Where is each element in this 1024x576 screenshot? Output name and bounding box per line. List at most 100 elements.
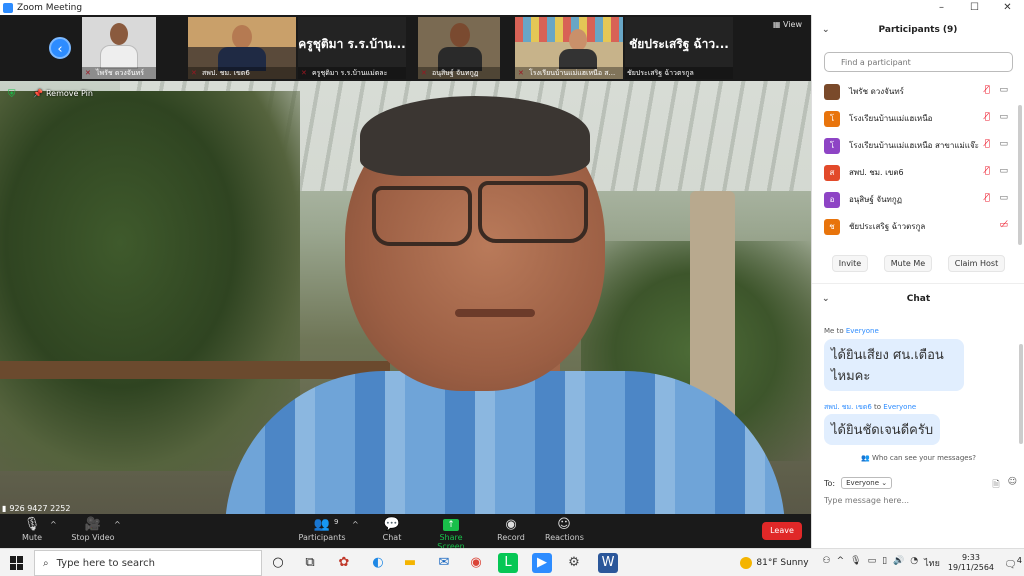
clock[interactable]: 9:33 19/11/2564	[948, 553, 994, 573]
maximize-button[interactable]: ☐	[958, 0, 991, 15]
participant-search-input[interactable]	[824, 52, 1013, 72]
language-indicator[interactable]: ไทย	[924, 556, 940, 570]
meeting-id-text: 926 9427 2252	[9, 504, 71, 513]
recipient-select[interactable]: Everyone ⌄	[841, 477, 893, 489]
shield-icon[interactable]: ⛨	[8, 89, 18, 101]
battery-icon[interactable]: ▯	[882, 556, 887, 570]
zoom-icon[interactable]: ▶	[532, 553, 552, 573]
chevron-down-icon[interactable]: ⌄	[822, 15, 830, 45]
chevron-up-icon: ^	[114, 520, 121, 529]
video-camera-icon[interactable]: ▭	[999, 85, 1008, 95]
emoji-icon[interactable]: ☺	[1008, 477, 1017, 493]
chevron-up-icon[interactable]: ^	[837, 556, 845, 570]
network-icon[interactable]: ▭	[868, 556, 877, 570]
participant-row[interactable]: โ โรงเรียนบ้านแม่แฮเหนือ 🎙̸ ▭	[812, 105, 1012, 132]
claim-host-button[interactable]: Claim Host	[947, 255, 1006, 272]
participants-scrollbar[interactable]	[1018, 105, 1022, 245]
participants-button[interactable]: 👥 Participants	[298, 517, 346, 542]
taskbar-search[interactable]: ⌕ Type here to search	[34, 550, 262, 576]
notification-center[interactable]: 🗨4	[1004, 555, 1024, 570]
participant-name: ไพรัช ดวงจันทร์	[849, 87, 904, 96]
edge-icon[interactable]: ◐	[368, 553, 388, 573]
close-button[interactable]: ✕	[991, 0, 1024, 15]
chevron-left-icon: ‹	[57, 42, 63, 57]
participant-row[interactable]: ไพรัช ดวงจันทร์ 🎙̸ ▭	[812, 78, 1012, 105]
file-explorer-icon[interactable]: ▬	[400, 553, 420, 573]
start-button[interactable]	[10, 556, 24, 570]
windows-taskbar: ⌕ Type here to search ○ ⧉ ✿ ◐ ▬ ✉ ◉ L ▶ …	[0, 548, 1024, 576]
microphone-icon[interactable]: 🎙	[850, 556, 861, 570]
video-thumbnail[interactable]: ✕ ไพรัช ดวงจันทร์	[82, 17, 156, 79]
mic-off-icon[interactable]: 🎙̸	[985, 166, 990, 176]
weather-text: 81°F Sunny	[756, 558, 809, 568]
record-label: Record	[497, 533, 525, 542]
mail-icon[interactable]: ✉	[434, 553, 454, 573]
video-camera-icon[interactable]: ▭	[999, 166, 1008, 176]
word-icon[interactable]: W	[598, 553, 618, 573]
speaker-shirt	[225, 371, 785, 514]
video-thumbnail[interactable]: ครูชุติมา ร.ร.บ้าน... ✕ ครูชุติมา ร.ร.บ้…	[298, 17, 406, 79]
participant-row[interactable]: ส สพป. ชม. เขต6 🎙̸ ▭	[812, 159, 1012, 186]
task-view-icon[interactable]: ⧉	[300, 553, 320, 573]
main-video: ⛨ 📌 Remove Pin	[0, 81, 811, 514]
chat-message-bubble: ได้ยินชัดเจนดีครับ	[824, 414, 941, 445]
participant-row[interactable]: โ โรงเรียนบ้านแม่แฮเหนือ สาขาแม่แจ๊ะ 🎙̸ …	[812, 132, 1012, 159]
minimize-button[interactable]: –	[925, 0, 958, 15]
mic-off-icon[interactable]: 🎙̸	[985, 85, 990, 95]
chevron-down-icon[interactable]: ⌄	[822, 284, 830, 314]
avatar: โ	[824, 110, 840, 127]
remove-pin-button[interactable]: 📌 Remove Pin	[33, 89, 93, 98]
mute-button[interactable]: 🎙 Mute	[18, 517, 46, 542]
share-screen-button[interactable]: ↑ Share Screen	[426, 517, 476, 551]
chat-visibility-link[interactable]: 👥 Who can see your messages?	[812, 454, 1024, 462]
mic-off-icon[interactable]: 🎙̸	[985, 193, 990, 203]
invite-button[interactable]: Invite	[831, 255, 869, 272]
volume-icon[interactable]: 🔊	[893, 556, 904, 570]
participants-header: ⌄ Participants (9)	[812, 15, 1024, 45]
reactions-button[interactable]: ☺ Reactions	[545, 517, 584, 542]
thumbnail-display-name: ครูชุติมา ร.ร.บ้าน...	[298, 37, 406, 51]
weather-widget[interactable]: 81°F Sunny	[740, 557, 809, 569]
sun-icon	[740, 557, 753, 569]
participant-row[interactable]: ช ชัยประเสริฐ ฉ้าวตรกูล ▭̸	[812, 213, 1012, 240]
app-icon[interactable]: ✿	[334, 553, 354, 573]
speaker-glasses	[372, 186, 472, 246]
settings-icon[interactable]: ⚙	[564, 553, 584, 573]
file-icon[interactable]: 🗎	[992, 477, 999, 493]
view-button[interactable]: ▦ View	[773, 20, 802, 29]
leave-button[interactable]: Leave	[762, 522, 802, 540]
stop-video-button[interactable]: 🎥 Stop Video	[70, 517, 116, 542]
prev-page-button[interactable]: ‹	[49, 37, 71, 59]
record-button[interactable]: ◉ Record	[496, 517, 526, 542]
mute-me-button[interactable]: Mute Me	[883, 255, 933, 272]
video-camera-icon[interactable]: ▭	[999, 112, 1008, 122]
zoom-app-icon	[3, 2, 13, 13]
line-icon[interactable]: L	[498, 553, 518, 573]
cortana-icon[interactable]: ○	[268, 553, 288, 573]
video-camera-icon[interactable]: ▭	[999, 139, 1008, 149]
chat-recipient[interactable]: Everyone	[883, 403, 916, 411]
chat-button[interactable]: 💬 Chat	[378, 517, 406, 542]
participant-name: ชัยประเสริฐ ฉ้าวตรกูล	[849, 222, 926, 231]
participants-options-caret[interactable]: ^	[352, 520, 359, 529]
audio-options-caret[interactable]: ^	[50, 520, 57, 529]
video-thumbnail[interactable]: ✕ อนุสิษฐ์ จันทกูฏ	[418, 17, 500, 79]
wifi-icon[interactable]: ◔	[910, 556, 918, 570]
tray-icons: ⚇ ^ 🎙 ▭ ▯ 🔊 ◔ ไทย	[823, 556, 940, 570]
participant-row[interactable]: อ อนุสิษฐ์ จันทกูฏ 🎙̸ ▭	[812, 186, 1012, 213]
video-thumbnail[interactable]: ชัยประเสริฐ ฉ้าว... ชัยประเสริฐ ฉ้าวตรกู…	[625, 17, 733, 79]
mic-off-icon[interactable]: 🎙̸	[985, 112, 990, 122]
video-thumbnail[interactable]: ✕ สพป. ชม. เขต6	[188, 17, 296, 79]
chrome-icon[interactable]: ◉	[466, 553, 486, 573]
meeting-id: ▮ 926 9427 2252	[2, 504, 70, 513]
video-thumbnail[interactable]: ✕ โรงเรียนบ้านแม่แฮเหนือ ส...	[515, 17, 623, 79]
video-options-caret[interactable]: ^	[114, 520, 121, 529]
mic-off-icon[interactable]: 🎙̸	[985, 139, 990, 149]
video-off-icon[interactable]: ▭̸	[999, 220, 1008, 230]
chat-message-input[interactable]: Type message here...	[824, 496, 909, 505]
video-camera-icon[interactable]: ▭	[999, 193, 1008, 203]
chat-scrollbar[interactable]	[1019, 344, 1023, 444]
chat-recipient[interactable]: Everyone	[846, 327, 879, 335]
people-icon[interactable]: ⚇	[823, 556, 831, 570]
chat-sender[interactable]: สพป. ชม. เขต6	[824, 403, 872, 411]
